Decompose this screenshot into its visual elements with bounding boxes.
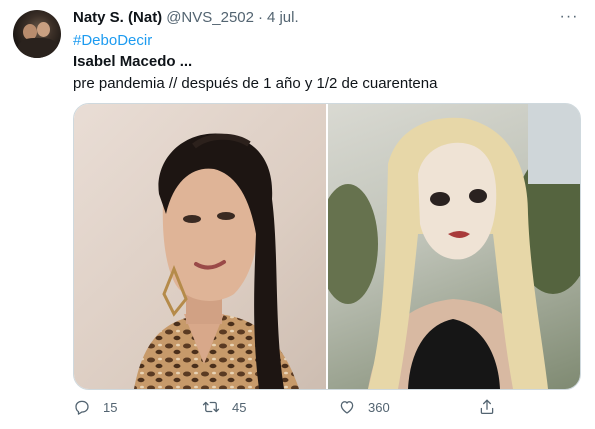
more-icon[interactable]: ··· bbox=[558, 6, 580, 28]
reply-count: 15 bbox=[103, 399, 118, 415]
reply-button[interactable]: 15 bbox=[73, 398, 117, 416]
share-button[interactable] bbox=[478, 398, 496, 416]
retweet-button[interactable]: 45 bbox=[202, 398, 246, 416]
media-grid bbox=[73, 103, 581, 390]
retweet-count: 45 bbox=[232, 399, 247, 415]
photo-right-illustration bbox=[328, 104, 580, 389]
tweet[interactable]: Naty S. (Nat) @NVS_2502 · 4 jul. ··· #De… bbox=[0, 0, 595, 429]
reply-icon bbox=[75, 400, 89, 415]
avatar-face-right bbox=[37, 22, 50, 37]
hashtag-link[interactable]: #DeboDecir bbox=[73, 32, 152, 49]
photo-right[interactable] bbox=[328, 104, 580, 389]
tweet-date[interactable]: 4 jul. bbox=[267, 9, 299, 26]
like-icon bbox=[340, 401, 354, 414]
photo-left[interactable] bbox=[74, 104, 326, 389]
like-button[interactable]: 360 bbox=[338, 398, 390, 416]
author-name[interactable]: Naty S. (Nat) bbox=[73, 9, 162, 26]
more-label: ··· bbox=[559, 8, 579, 25]
avatar[interactable] bbox=[13, 10, 61, 58]
tweet-headline: Isabel Macedo ... bbox=[73, 53, 193, 70]
share-icon bbox=[480, 399, 494, 415]
avatar-body bbox=[18, 38, 58, 58]
tweet-text: pre pandemia // después de 1 año y 1/2 d… bbox=[73, 75, 438, 92]
tweet-actions: 15 45 360 bbox=[73, 398, 503, 422]
tweet-header: Naty S. (Nat) @NVS_2502 · 4 jul. bbox=[73, 9, 299, 29]
retweet-icon bbox=[202, 401, 220, 413]
separator-dot: · bbox=[257, 9, 263, 26]
photo-left-illustration bbox=[134, 133, 299, 389]
author-handle[interactable]: @NVS_2502 bbox=[166, 9, 254, 26]
like-count: 360 bbox=[368, 399, 390, 415]
